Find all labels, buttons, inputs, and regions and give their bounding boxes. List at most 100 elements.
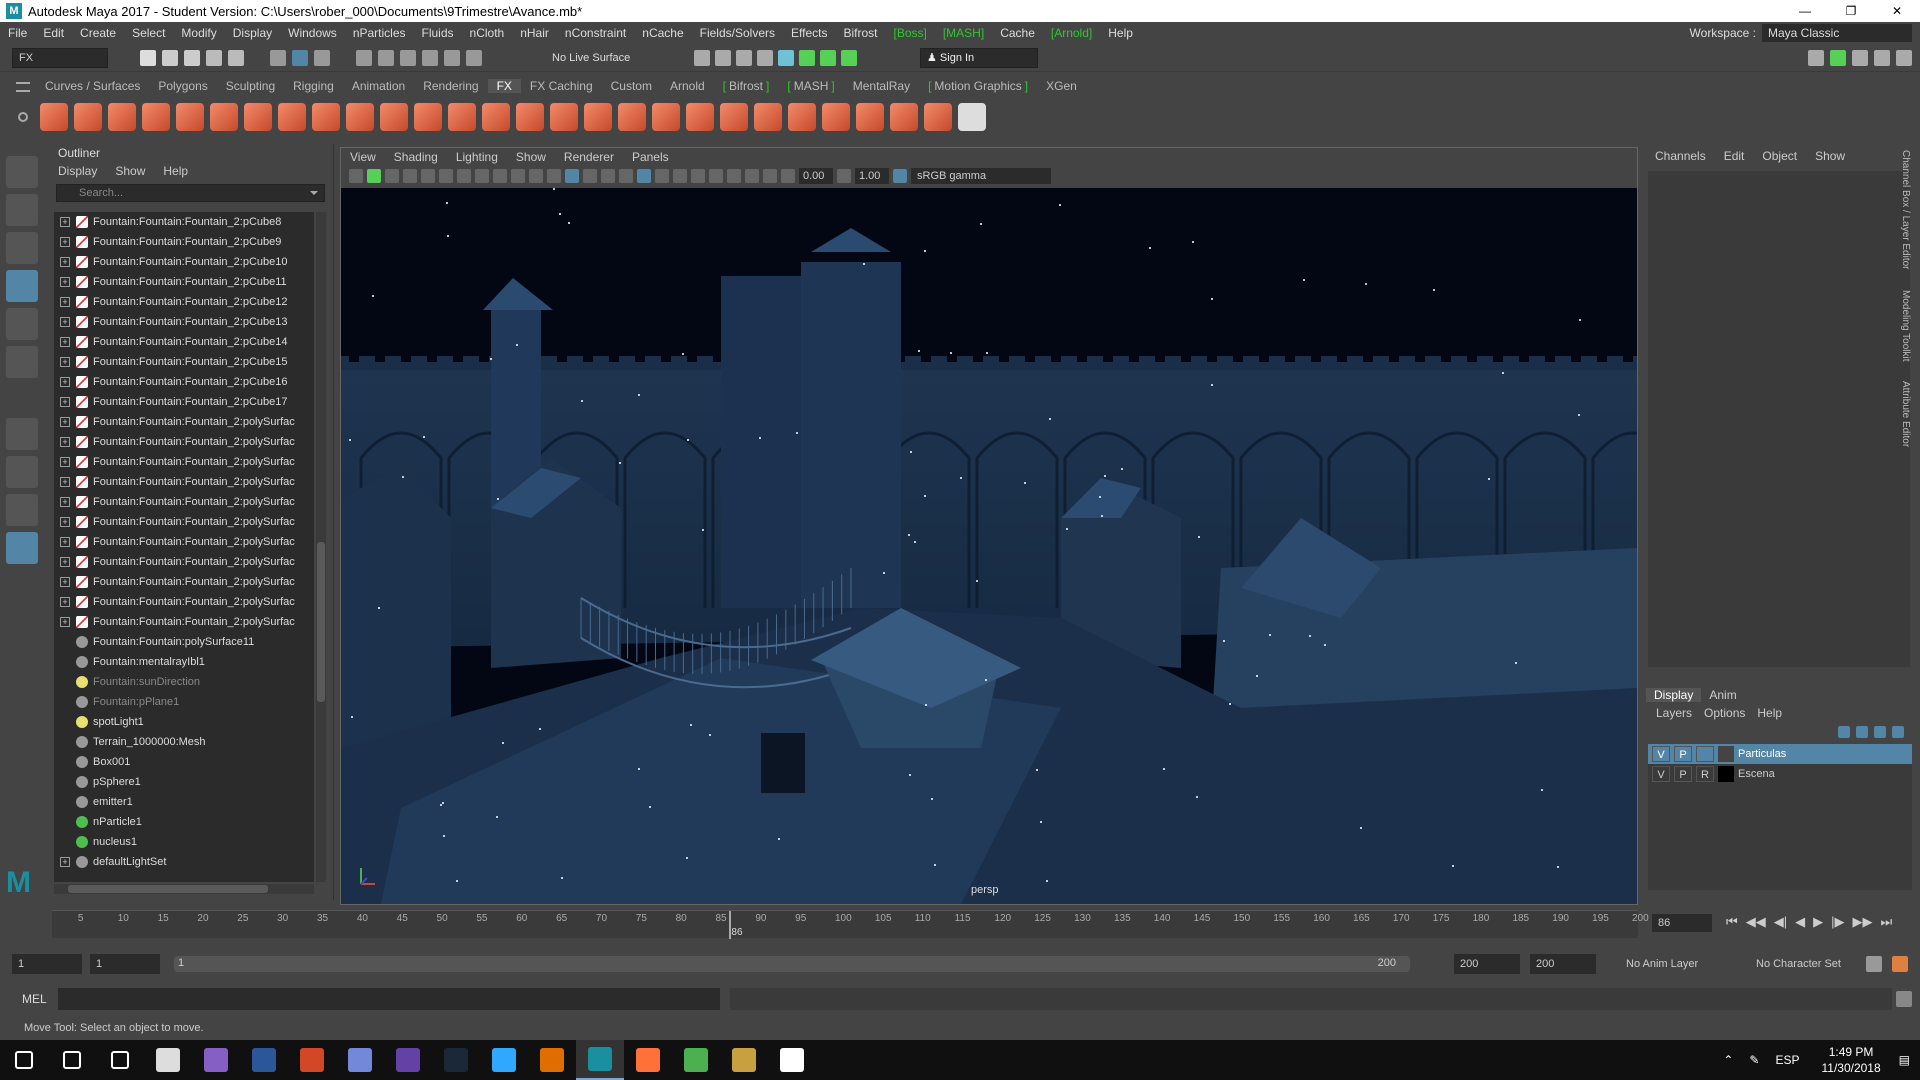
workspace-icon-2[interactable] (1830, 50, 1846, 66)
winrar-taskbar-button[interactable] (720, 1040, 768, 1080)
start-taskbar-button[interactable] (0, 1040, 48, 1080)
notifications-icon[interactable]: ▤ (1899, 1053, 1910, 1067)
outliner-row[interactable]: + Fountain:Fountain:Fountain_2:pCube17 (54, 392, 314, 412)
photoshop-taskbar-button[interactable] (480, 1040, 528, 1080)
3d-scene-view[interactable]: persp (341, 188, 1637, 904)
shelf-tool-icon[interactable] (618, 103, 646, 131)
channel-menu-channels[interactable]: Channels (1646, 149, 1715, 163)
shelf-tab-polygons[interactable]: Polygons (149, 79, 216, 93)
outliner-row[interactable]: + Fountain:Fountain:Fountain_2:polySurfac (54, 592, 314, 612)
menu-item-select[interactable]: Select (124, 26, 173, 40)
viewport-menu-view[interactable]: View (341, 150, 385, 164)
channel-menu-show[interactable]: Show (1806, 149, 1854, 163)
outliner-row[interactable]: + Fountain:Fountain:Fountain_2:polySurfac (54, 412, 314, 432)
gamma-icon[interactable] (837, 169, 851, 183)
discord-taskbar-button[interactable] (336, 1040, 384, 1080)
move-tool-icon[interactable] (6, 270, 38, 302)
four-view-layout-icon[interactable] (6, 456, 38, 488)
step-forward-frame-icon[interactable]: |▶ (1831, 914, 1844, 930)
menu-item-fluids[interactable]: Fluids (414, 26, 462, 40)
go-to-end-icon[interactable]: ⏭ (1880, 914, 1892, 930)
outliner-row[interactable]: + Fountain:Fountain:Fountain_2:pCube8 (54, 212, 314, 232)
shelf-tab-xgen[interactable]: XGen (1037, 79, 1086, 93)
outliner-row[interactable]: + Fountain:Fountain:Fountain_2:polySurfac (54, 512, 314, 532)
layer-row[interactable]: V P R Escena (1648, 764, 1912, 784)
snap-view-icon[interactable] (422, 50, 438, 66)
outliner-row[interactable]: + Fountain:Fountain:Fountain_2:polySurfac (54, 432, 314, 452)
expand-icon[interactable]: + (60, 517, 70, 527)
shelf-tab-animation[interactable]: Animation (343, 79, 414, 93)
pen-icon[interactable]: ✎ (1749, 1053, 1759, 1067)
outliner-horizontal-scrollbar[interactable] (54, 884, 314, 894)
7zip-taskbar-button[interactable] (144, 1040, 192, 1080)
snap-grid-icon[interactable] (356, 50, 372, 66)
viewport-menu-lighting[interactable]: Lighting (447, 150, 507, 164)
expand-icon[interactable]: + (60, 477, 70, 487)
outliner-row[interactable]: + Fountain:Fountain:Fountain_2:pCube13 (54, 312, 314, 332)
clock[interactable]: 1:49 PM 11/30/2018 (1821, 1044, 1880, 1076)
twitch-taskbar-button[interactable] (384, 1040, 432, 1080)
exposure-icon[interactable] (781, 169, 795, 183)
current-frame-field[interactable]: 86 (1652, 914, 1712, 932)
expand-icon[interactable]: + (60, 277, 70, 287)
outliner-row[interactable]: + Fountain:Fountain:Fountain_2:polySurfac (54, 492, 314, 512)
shelf-tool-icon[interactable] (380, 103, 408, 131)
expand-icon[interactable]: + (60, 337, 70, 347)
shelf-tab-fx[interactable]: FX (487, 79, 521, 93)
workspace-icon-3[interactable] (1852, 50, 1868, 66)
task-view-taskbar-button[interactable] (96, 1040, 144, 1080)
hypershade-icon[interactable] (778, 50, 794, 66)
render-view-icon[interactable] (757, 50, 773, 66)
shelf-tool-icon[interactable] (890, 103, 918, 131)
shelf-tool-icon[interactable] (584, 103, 612, 131)
menu-item-file[interactable]: File (0, 26, 35, 40)
field-chart-icon[interactable] (493, 169, 507, 183)
outliner-row[interactable]: Terrain_1000000:Mesh (54, 732, 314, 752)
save-scene-icon[interactable] (184, 50, 200, 66)
isolate-select-icon[interactable] (727, 169, 741, 183)
shelf-tool-icon[interactable] (720, 103, 748, 131)
outliner-row[interactable]: + Fountain:Fountain:Fountain_2:pCube15 (54, 352, 314, 372)
shelf-tab-curves-surfaces[interactable]: Curves / Surfaces (36, 79, 149, 93)
side-tab[interactable]: Attribute Editor (1900, 381, 1911, 447)
shelf-tab-mash[interactable]: MASH (778, 79, 843, 93)
layer-v-toggle[interactable]: V (1652, 746, 1670, 762)
image-plane-icon[interactable] (403, 169, 417, 183)
outliner-row[interactable]: emitter1 (54, 792, 314, 812)
shelf-tab-motion-graphics[interactable]: Motion Graphics (919, 79, 1037, 93)
outliner-row[interactable]: + Fountain:Fountain:Fountain_2:pCube9 (54, 232, 314, 252)
layer-v-toggle[interactable]: V (1652, 766, 1670, 782)
new-scene-icon[interactable] (140, 50, 156, 66)
color-management-icon[interactable] (893, 169, 907, 183)
expand-icon[interactable]: + (60, 577, 70, 587)
smooth-shade-icon[interactable] (565, 169, 579, 183)
outliner-row[interactable]: Fountain:mentalrayIbl1 (54, 652, 314, 672)
snap-curve-icon[interactable] (378, 50, 394, 66)
steam-taskbar-button[interactable] (432, 1040, 480, 1080)
camera-icon[interactable] (349, 169, 363, 183)
side-tab[interactable]: Modeling Toolkit (1900, 290, 1911, 362)
lasso-tool-icon[interactable] (6, 194, 38, 226)
minimize-icon[interactable]: — (1782, 0, 1828, 22)
menu-item-ncache[interactable]: nCache (634, 26, 691, 40)
word-taskbar-button[interactable] (240, 1040, 288, 1080)
menu-item-nconstraint[interactable]: nConstraint (557, 26, 634, 40)
layer-menu-options[interactable]: Options (1698, 706, 1751, 720)
render-frame-icon[interactable] (715, 50, 731, 66)
maximize-icon[interactable]: ❐ (1828, 0, 1874, 22)
new-layer-selected-icon[interactable] (1892, 726, 1904, 738)
outliner-row[interactable]: + Fountain:Fountain:Fountain_2:polySurfac (54, 572, 314, 592)
outliner-row[interactable]: nucleus1 (54, 832, 314, 852)
character-set-dropdown[interactable]: No Character Set (1750, 954, 1860, 974)
viewport-menu-shading[interactable]: Shading (385, 150, 447, 164)
motion-blur-icon[interactable] (673, 169, 687, 183)
close-icon[interactable]: ✕ (1874, 0, 1920, 22)
viewport-menu-renderer[interactable]: Renderer (555, 150, 623, 164)
shelf-tool-icon[interactable] (482, 103, 510, 131)
expand-icon[interactable]: + (60, 377, 70, 387)
command-input[interactable] (58, 988, 720, 1010)
channel-box-toggle-icon[interactable] (841, 50, 857, 66)
shelf-tool-icon[interactable] (652, 103, 680, 131)
use-lights-icon[interactable] (619, 169, 633, 183)
range-slider-bar[interactable]: 1 200 (174, 956, 1410, 972)
